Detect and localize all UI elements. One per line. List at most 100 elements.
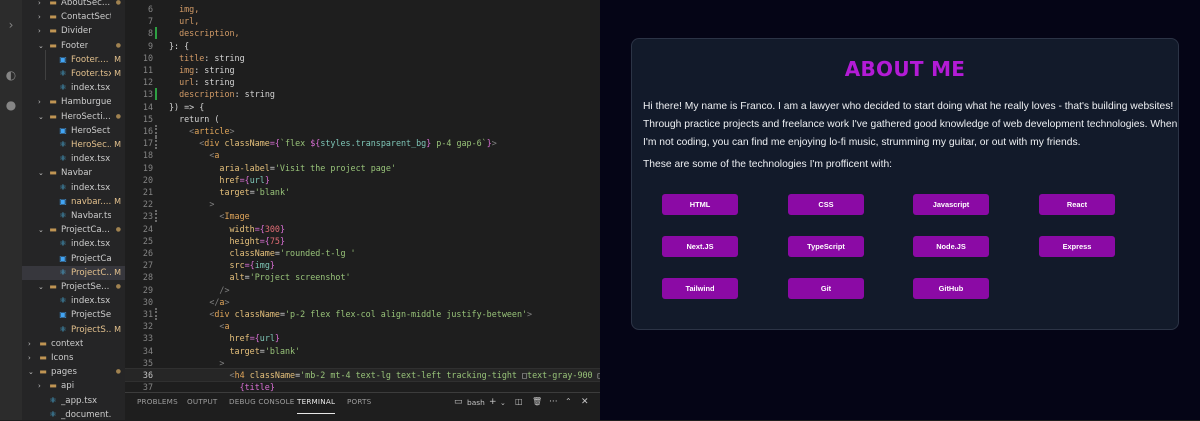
folder-item[interactable]: › ▬ ContactSection — [22, 10, 125, 24]
file-item[interactable]: ⚛ Footer.tsx M — [22, 67, 125, 81]
code-line[interactable]: 32 <a — [125, 320, 600, 332]
code-line[interactable]: 28 alt='Project screenshot' — [125, 271, 600, 283]
file-item[interactable]: ⚛ HeroSec... M — [22, 138, 125, 152]
extensions-icon[interactable]: ● — [4, 98, 18, 112]
code-text: {title} — [169, 382, 275, 392]
code-line[interactable]: 27 src={img} — [125, 259, 600, 271]
file-item[interactable]: ⚛ index.tsx — [22, 294, 125, 308]
code-line[interactable]: 10 title: string — [125, 52, 600, 64]
folder-item[interactable]: › ▬ Divider — [22, 24, 125, 38]
code-line[interactable]: 23 <Image — [125, 210, 600, 223]
chevron-down-icon: ⌄ — [38, 169, 44, 178]
tab-ports[interactable]: PORTS — [347, 393, 371, 420]
close-icon[interactable]: ✕ — [581, 397, 589, 407]
code-line[interactable]: 31 <div className='p-2 flex flex-col ali… — [125, 308, 600, 320]
git-gutter-marker — [155, 88, 157, 101]
chevron-right-icon: › — [38, 382, 41, 391]
file-item[interactable]: ▣ HeroSection.... — [22, 124, 125, 138]
code-line[interactable]: 6 img, — [125, 3, 600, 15]
code-line[interactable]: 9}: { — [125, 40, 600, 52]
code-line[interactable]: 13 description: string — [125, 88, 600, 101]
code-line[interactable]: 19 aria-label='Visit the project page' — [125, 162, 600, 174]
file-item[interactable]: ⚛ _document.tsx — [22, 408, 125, 420]
code-line[interactable]: 17 <div className={`flex ${styles.transp… — [125, 137, 600, 150]
code-line[interactable]: 14}) => { — [125, 101, 600, 113]
code-line[interactable]: 8 description, — [125, 27, 600, 40]
file-item[interactable]: ⚛ _app.tsx — [22, 394, 125, 408]
code-line[interactable]: 21 target='blank' — [125, 186, 600, 198]
file-item[interactable]: ▣ ProjectSectio... — [22, 308, 125, 322]
file-item[interactable]: ⚛ Navbar.tsx — [22, 209, 125, 223]
tech-badge-javascript[interactable]: Javascript — [913, 194, 989, 215]
folder-item[interactable]: ⌄ ▬ pages ● — [22, 365, 125, 379]
tab-output[interactable]: OUTPUT — [187, 393, 218, 420]
shell-name[interactable]: bash — [467, 398, 485, 407]
tech-badge-react[interactable]: React — [1039, 194, 1115, 215]
tech-badge-typescript[interactable]: TypeScript — [788, 236, 864, 257]
code-line[interactable]: 22 > — [125, 198, 600, 210]
file-item[interactable]: ▣ ProjectCard.... — [22, 252, 125, 266]
tab-problems[interactable]: PROBLEMS — [137, 393, 178, 420]
folder-item[interactable]: › ▬ context — [22, 337, 125, 351]
file-item[interactable]: ▣ navbar.... M — [22, 195, 125, 209]
code-line[interactable]: 30 </a> — [125, 296, 600, 308]
add-terminal-icon[interactable]: + — [489, 397, 497, 407]
more-icon[interactable]: ··· — [549, 397, 558, 407]
code-line[interactable]: 16 <article> — [125, 125, 600, 137]
folder-item[interactable]: › ▬ AboutSec... ● — [22, 0, 125, 10]
file-explorer: › ▬ AboutSec... ● › ▬ ContactSection › ▬ Divider ⌄… — [22, 0, 125, 420]
tech-badge-github[interactable]: GitHub — [913, 278, 989, 299]
code-line[interactable]: 35 > — [125, 357, 600, 369]
tech-badge-express[interactable]: Express — [1039, 236, 1115, 257]
line-number: 7 — [147, 16, 153, 27]
chevron-icon[interactable]: › — [4, 18, 18, 32]
git-status-badge: ● — [115, 112, 121, 120]
code-line[interactable]: 37 {title} — [125, 381, 600, 392]
tech-badge-css[interactable]: CSS — [788, 194, 864, 215]
code-line[interactable]: 24 width={300} — [125, 223, 600, 235]
tech-badge-tailwind[interactable]: Tailwind — [662, 278, 738, 299]
folder-item[interactable]: › ▬ HamburguerBu... — [22, 95, 125, 109]
tab-debug-console[interactable]: DEBUG CONSOLE — [229, 393, 295, 420]
code-line[interactable]: 18 <a — [125, 149, 600, 161]
tech-badge-git[interactable]: Git — [788, 278, 864, 299]
tech-badge-node-js[interactable]: Node.JS — [913, 236, 989, 257]
folder-icon: ▬ — [39, 338, 47, 348]
file-item[interactable]: ▣ Footer.... M — [22, 53, 125, 67]
trash-icon[interactable]: 🗑 — [532, 397, 542, 406]
code-line[interactable]: 15 return ( — [125, 113, 600, 125]
remote-icon[interactable]: ◐ — [4, 68, 18, 82]
file-item[interactable]: ⚛ ProjectS... M — [22, 323, 125, 337]
file-item[interactable]: ⚛ index.tsx — [22, 237, 125, 251]
line-number: 24 — [142, 223, 153, 234]
tech-badge-html[interactable]: HTML — [662, 194, 738, 215]
code-line[interactable]: 26 className='rounded-t-lg ' — [125, 247, 600, 259]
tab-terminal[interactable]: TERMINAL — [297, 393, 336, 414]
code-line[interactable]: 34 target='blank' — [125, 345, 600, 357]
file-item[interactable]: ⚛ index.tsx — [22, 81, 125, 95]
code-line[interactable]: 36 <h4 className='mb-2 mt-4 text-lg text… — [125, 367, 600, 383]
line-number: 35 — [142, 357, 153, 368]
chevron-up-icon[interactable]: ⌃ — [565, 397, 572, 406]
chevron-down-icon[interactable]: ⌄ — [500, 399, 506, 407]
folder-item[interactable]: › ▬ Icons — [22, 351, 125, 365]
file-item[interactable]: ⚛ index.tsx — [22, 152, 125, 166]
file-item[interactable]: ⚛ index.tsx — [22, 181, 125, 195]
file-item[interactable]: ⚛ ProjectC... M — [22, 265, 125, 280]
code-line[interactable]: 11 img: string — [125, 64, 600, 76]
code-line[interactable]: 29 /> — [125, 284, 600, 296]
folder-item[interactable]: ⌄ ▬ ProjectSe... ● — [22, 280, 125, 294]
folder-item[interactable]: ⌄ ▬ HeroSecti... ● — [22, 110, 125, 124]
code-line[interactable]: 25 height={75} — [125, 235, 600, 247]
code-line[interactable]: 7 url, — [125, 15, 600, 27]
code-line[interactable]: 20 href={url} — [125, 174, 600, 186]
code-line[interactable]: 33 href={url} — [125, 332, 600, 344]
code-line[interactable]: 12 url: string — [125, 76, 600, 88]
folder-item[interactable]: ⌄ ▬ Footer ● — [22, 39, 125, 53]
folder-item[interactable]: ⌄ ▬ Navbar — [22, 166, 125, 180]
split-terminal-icon[interactable]: ◫ — [515, 397, 523, 406]
tech-badge-next-js[interactable]: Next.JS — [662, 236, 738, 257]
code-editor[interactable]: 6 img, 7 url, 8 description, 9}: {10 title:… — [125, 0, 600, 392]
folder-item[interactable]: › ▬ api — [22, 379, 125, 393]
folder-item[interactable]: ⌄ ▬ ProjectCa... ● — [22, 223, 125, 237]
